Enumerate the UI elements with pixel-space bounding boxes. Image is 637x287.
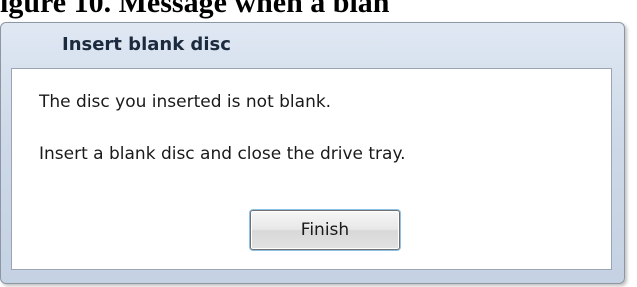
- message-disc-not-blank: The disc you inserted is not blank.: [39, 92, 332, 112]
- dialog-title: Insert blank disc: [62, 34, 231, 55]
- finish-button[interactable]: Finish: [250, 210, 400, 250]
- figure-caption: igure 10. Message when a blan: [0, 0, 390, 19]
- message-insert-blank-disc: Insert a blank disc and close the drive …: [39, 144, 406, 164]
